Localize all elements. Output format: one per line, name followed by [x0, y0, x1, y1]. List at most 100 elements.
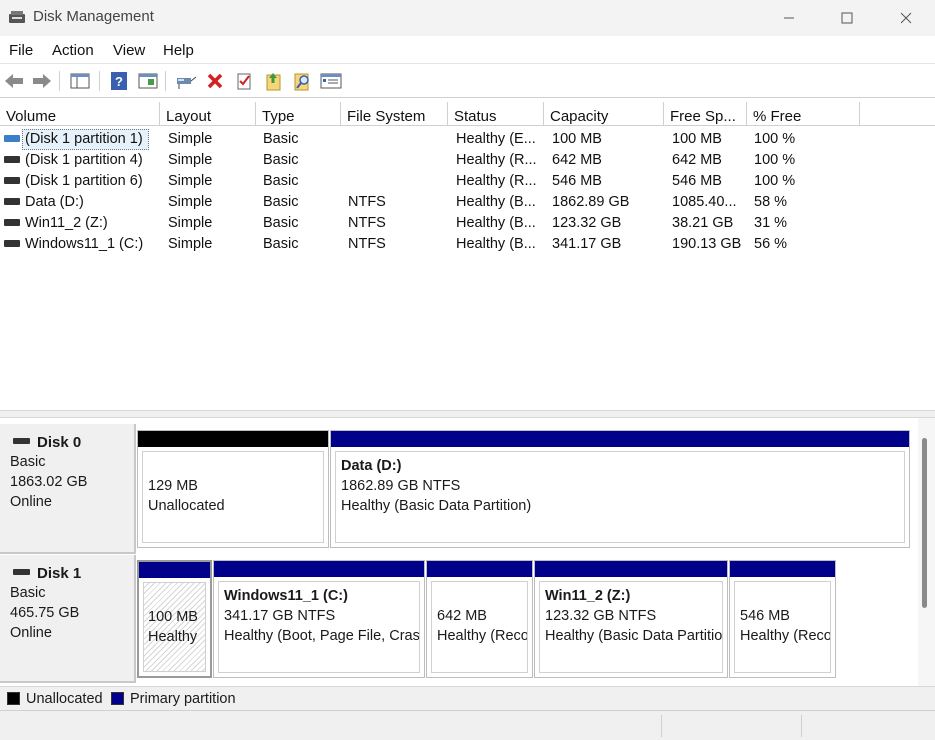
volume-row[interactable]: (Disk 1 partition 4) Simple Basic Healthy (… [0, 150, 935, 171]
cell-free-space: 546 MB [672, 173, 722, 189]
volume-row[interactable]: Data (D:) Simple Basic NTFS Healthy (B... 186… [0, 192, 935, 213]
cell-volume: Data (D:) [25, 194, 84, 210]
partition-size: 123.32 GB NTFS [545, 608, 657, 624]
connect-drive-icon [177, 76, 197, 89]
status-bar [0, 710, 935, 740]
column-header-layout[interactable]: Layout [160, 102, 256, 126]
menu-help[interactable]: Help [163, 42, 194, 59]
partition-name: Win11_2 (Z:) [545, 588, 631, 604]
cell-percent-free: 31 % [754, 215, 788, 231]
volume-icon [4, 156, 20, 163]
column-header-capacity[interactable]: Capacity [544, 102, 664, 126]
show-hide-button[interactable] [137, 70, 159, 92]
partition-size: 341.17 GB NTFS [224, 608, 336, 624]
menu-action[interactable]: Action [52, 42, 94, 59]
volume-row[interactable]: Windows11_1 (C:) Simple Basic NTFS Healthy (… [0, 234, 935, 255]
forward-button[interactable] [31, 70, 53, 92]
cell-capacity: 341.17 GB [552, 236, 622, 252]
maximize-button[interactable] [818, 0, 876, 36]
cell-free-space: 38.21 GB [672, 215, 734, 231]
toolbar-separator [99, 71, 100, 91]
column-header-type[interactable]: Type [256, 102, 341, 126]
close-icon [900, 12, 912, 24]
disk-state: Online [10, 494, 52, 510]
partition-data-d[interactable]: Data (D:) 1862.89 GB NTFS Healthy (Basic… [330, 430, 910, 548]
cell-status: Healthy (B... [456, 215, 536, 231]
close-button[interactable] [877, 0, 935, 36]
console-tree-button[interactable] [69, 70, 91, 92]
cell-layout: Simple [168, 236, 213, 252]
partition-status: Healthy (Boot, Page File, Crash Dump, Ba… [224, 628, 420, 644]
disk-type: Basic [10, 585, 46, 601]
help-button[interactable]: ? [108, 70, 130, 92]
cell-layout: Simple [168, 173, 213, 189]
cell-type: Basic [263, 131, 299, 147]
column-header-free-space[interactable]: Free Sp... [664, 102, 747, 126]
cell-percent-free: 100 % [754, 173, 796, 189]
search-button[interactable] [291, 70, 313, 92]
graphical-view-scrollbar[interactable] [918, 418, 935, 686]
partition-status: Healthy (Basic Data Partition) [341, 498, 532, 514]
partition-win11-2-z[interactable]: Win11_2 (Z:) 123.32 GB NTFS Healthy (Bas… [534, 560, 728, 678]
partition-body: 129 MB Unallocated [142, 451, 324, 543]
partition-status: Healthy [148, 629, 198, 645]
minimize-button[interactable] [760, 0, 818, 36]
partition-status: Healthy (Recovery Partition) [740, 628, 830, 644]
column-header-status[interactable]: Status [448, 102, 544, 126]
delete-button[interactable] [204, 70, 226, 92]
console-tree-icon [70, 73, 90, 89]
cell-type: Basic [263, 173, 299, 189]
column-header-percent-free[interactable]: % Free [747, 102, 860, 126]
volume-row[interactable]: (Disk 1 partition 1) Simple Basic Healthy (… [0, 129, 935, 150]
disk-1-label[interactable]: Disk 1 Basic 465.75 GB Online [0, 555, 136, 683]
menu-file[interactable]: File [9, 42, 33, 59]
partition-windows11-1-c[interactable]: Windows11_1 (C:) 341.17 GB NTFS Healthy … [213, 560, 425, 678]
partition-body: 100 MB Healthy [143, 582, 206, 672]
toolbar: ? [0, 64, 935, 98]
open-folder-button[interactable] [262, 70, 284, 92]
pane-splitter[interactable] [0, 410, 935, 418]
disk-state: Online [10, 625, 52, 641]
delete-icon [207, 73, 223, 89]
cell-status: Healthy (E... [456, 131, 536, 147]
disk-0-label[interactable]: Disk 0 Basic 1863.02 GB Online [0, 424, 136, 554]
column-header-volume[interactable]: Volume [0, 102, 160, 126]
partition-size: 129 MB [148, 478, 198, 494]
partition-bar [427, 561, 532, 577]
cell-status: Healthy (R... [456, 152, 537, 168]
cell-volume: (Disk 1 partition 4) [25, 152, 143, 168]
cell-capacity: 100 MB [552, 131, 602, 147]
partition-disk1-recovery-2[interactable]: 546 MB Healthy (Recovery Partition) [729, 560, 836, 678]
partition-disk1-efi[interactable]: 100 MB Healthy [137, 560, 212, 678]
partition-name: Windows11_1 (C:) [224, 588, 348, 604]
partition-disk1-recovery-1[interactable]: 642 MB Healthy (Recovery Partition) [426, 560, 533, 678]
cell-layout: Simple [168, 131, 213, 147]
cell-capacity: 123.32 GB [552, 215, 622, 231]
partition-status: Healthy (Recovery Partition) [437, 628, 527, 644]
partition-size: 642 MB [437, 608, 487, 624]
partition-unallocated[interactable]: 129 MB Unallocated [137, 430, 329, 548]
cell-free-space: 190.13 GB [672, 236, 742, 252]
cell-volume: (Disk 1 partition 6) [25, 173, 143, 189]
legend-label-unallocated: Unallocated [26, 691, 103, 707]
volume-row[interactable]: (Disk 1 partition 6) Simple Basic Healthy (… [0, 171, 935, 192]
partition-size: 546 MB [740, 608, 790, 624]
cell-percent-free: 100 % [754, 152, 796, 168]
scrollbar-thumb[interactable] [922, 438, 927, 608]
menu-view[interactable]: View [113, 42, 145, 59]
back-button[interactable] [3, 70, 25, 92]
cell-free-space: 642 MB [672, 152, 722, 168]
column-header-file-system[interactable]: File System [341, 102, 448, 126]
cell-type: Basic [263, 152, 299, 168]
properties-button[interactable] [233, 70, 255, 92]
connect-drive-button[interactable] [175, 70, 197, 92]
back-arrow-icon [5, 74, 23, 88]
search-icon [294, 73, 309, 91]
volume-row[interactable]: Win11_2 (Z:) Simple Basic NTFS Healthy (B...… [0, 213, 935, 234]
help-topics-button[interactable] [320, 70, 342, 92]
open-folder-icon [266, 73, 281, 91]
help-topics-icon [320, 73, 342, 89]
cell-volume: Windows11_1 (C:) [25, 236, 144, 252]
cell-volume: Win11_2 (Z:) [25, 215, 108, 231]
forward-arrow-icon [33, 74, 51, 88]
